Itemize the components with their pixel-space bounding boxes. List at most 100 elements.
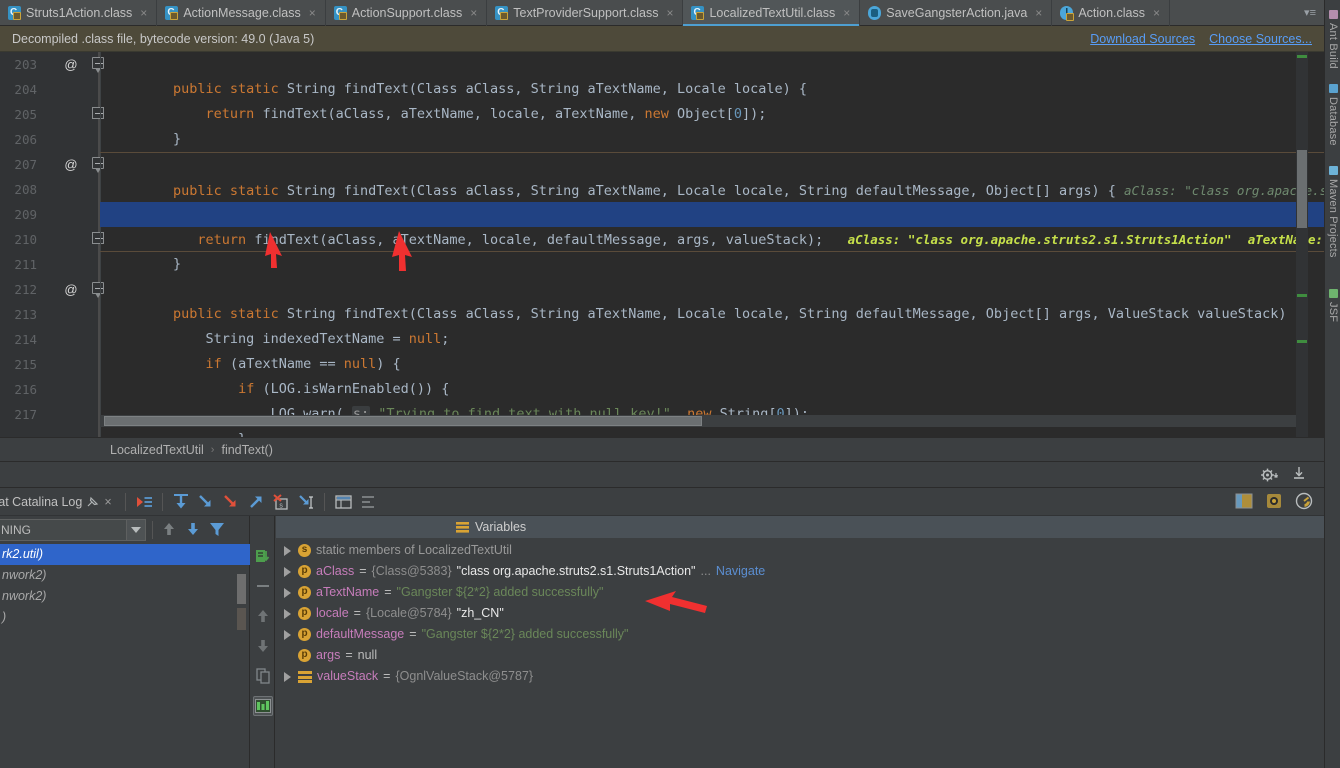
code-line-204[interactable]: return findText(aClass, aTextName, local… [100,77,1324,122]
sidebar-item-jsf[interactable]: JSF [1325,285,1340,322]
variables-tab[interactable]: Variables [276,516,1324,538]
editor-tab-action[interactable]: Action.class × [1052,0,1171,26]
dashboard-icon[interactable] [1294,491,1316,513]
code-content[interactable]: public static String findText(Class aCla… [100,52,1324,437]
move-up-icon[interactable] [253,606,273,626]
breadcrumb-separator-icon: › [210,443,215,456]
scrollbar-thumb[interactable] [104,416,702,426]
frame-list-item[interactable]: ) [0,607,250,628]
expand-triangle-icon[interactable] [284,545,291,556]
evaluate-expression-icon[interactable] [332,491,354,513]
choose-sources-link[interactable]: Choose Sources... [1209,32,1312,46]
close-icon[interactable]: × [470,6,477,20]
scrollbar-thumb[interactable] [237,574,246,604]
drop-frame-icon[interactable]: s [270,491,292,513]
layout-settings-icon[interactable] [1234,491,1256,513]
expand-triangle-icon[interactable] [284,671,291,682]
frames-list[interactable]: rk2.util) nwork2) nwork2) ) [0,544,250,768]
code-line-209[interactable]: return findText(aClass, aTextName, local… [100,202,1324,248]
editor-tab-struts1action[interactable]: Struts1Action.class × [0,0,158,26]
code-editor[interactable]: 203 204 205 206 207 208 209 210 211 212 … [0,52,1324,437]
code-line-211[interactable] [100,252,1324,277]
close-icon[interactable]: × [843,6,850,20]
copy-value-icon[interactable] [253,666,273,686]
breadcrumb-class[interactable]: LocalizedTextUtil [110,443,204,457]
move-down-icon[interactable] [253,636,273,656]
editor-horizontal-scrollbar[interactable] [100,415,1302,427]
code-line-213[interactable]: String indexedTextName = null; [100,302,1324,347]
chevron-down-icon[interactable] [126,520,145,540]
annotation-marker-icon[interactable]: @ [62,52,80,77]
editor-tab-textprovidersupport[interactable]: TextProviderSupport.class × [487,0,684,26]
annotation-marker-icon[interactable]: @ [62,152,80,177]
code-line-216[interactable]: LOG.warn( s: "Trying to find text with n… [100,377,1324,422]
download-sources-link[interactable]: Download Sources [1090,32,1195,46]
frame-list-item[interactable]: rk2.util) [0,544,250,565]
code-line-214[interactable]: if (aTextName == null) { [100,327,1324,372]
frames-scrollbar[interactable] [237,574,246,714]
variable-row-valuestack[interactable]: valueStack = {OgnlValueStack@5787} [276,666,1324,687]
settings-gear-icon[interactable] [1258,464,1280,486]
close-icon[interactable]: × [666,6,673,20]
variables-tree[interactable]: static members of LocalizedTextUtil aCla… [276,538,1324,768]
thread-selector[interactable]: NING [0,519,146,541]
close-icon[interactable]: × [140,6,147,20]
code-line-203[interactable]: public static String findText(Class aCla… [100,52,1324,97]
step-out-icon[interactable] [245,491,267,513]
breadcrumb-method[interactable]: findText() [221,443,272,457]
editor-gutter[interactable]: 203 204 205 206 207 208 209 210 211 212 … [0,52,104,437]
variable-row-aclass[interactable]: aClass = {Class@5383} "class org.apache.… [276,561,1324,582]
sidebar-item-database[interactable]: Database [1325,80,1340,146]
step-over-icon[interactable] [170,491,192,513]
code-line-205[interactable]: } [100,102,1324,147]
editor-tab-savegangsteraction[interactable]: SaveGangsterAction.java × [860,0,1053,26]
line-number: 217 [14,407,37,422]
expand-triangle-icon[interactable] [284,587,291,598]
frame-list-item[interactable]: nwork2) [0,565,250,586]
close-icon[interactable]: × [104,495,111,509]
editor-tab-localizedtextutil[interactable]: LocalizedTextUtil.class × [683,0,861,26]
code-line-210[interactable]: } [100,227,1324,272]
close-icon[interactable]: × [1035,6,1042,20]
mute-breakpoints-icon[interactable] [357,491,379,513]
code-line-208[interactable]: ValueStack valueStack = ActionContext.ge… [100,177,1324,223]
remove-watch-icon[interactable] [253,576,273,596]
move-frame-down-icon[interactable] [183,519,205,541]
expand-triangle-icon[interactable] [284,629,291,640]
tab-list-overflow-button[interactable]: ▾≡ [1296,0,1324,25]
filter-frames-icon[interactable] [207,519,229,541]
editor-tab-actionsupport[interactable]: ActionSupport.class × [326,0,488,26]
variable-row-static-members[interactable]: static members of LocalizedTextUtil [276,540,1324,561]
annotation-marker-icon[interactable]: @ [62,277,80,302]
variable-row-atextname[interactable]: aTextName = "Gangster ${2*2} added succe… [276,582,1324,603]
inspect-values-icon[interactable] [252,696,273,716]
move-frame-up-icon[interactable] [159,519,181,541]
navigate-link[interactable]: Navigate [716,561,765,582]
close-icon[interactable]: × [309,6,316,20]
code-line-206[interactable] [100,127,1324,152]
variable-row-defaultmessage[interactable]: defaultMessage = "Gangster ${2*2} added … [276,624,1324,645]
interface-file-icon [1060,6,1075,21]
equals-sign: = [383,669,391,683]
code-line-215[interactable]: if (LOG.isWarnEnabled()) { [100,352,1324,397]
new-watch-icon[interactable] [253,546,273,566]
sidebar-item-ant-build[interactable]: Ant Build [1325,6,1340,69]
restore-layout-icon[interactable] [1264,491,1286,513]
variable-row-args[interactable]: args = null [276,645,1324,666]
debug-session-tab[interactable]: cat Catalina Log × [0,495,118,509]
code-line-212[interactable]: public static String findText(Class aCla… [100,277,1324,322]
expand-triangle-icon[interactable] [284,608,291,619]
sidebar-item-maven-projects[interactable]: Maven Projects [1325,162,1340,258]
close-icon[interactable]: × [1153,6,1160,20]
variable-row-locale[interactable]: locale = {Locale@5784} "zh_CN" [276,603,1324,624]
expand-triangle-icon[interactable] [284,566,291,577]
debug-tool-window: cat Catalina Log × s NING rk2.util) nwor… [0,461,1324,768]
code-line-207[interactable]: public static String findText(Class aCla… [100,152,1324,199]
run-to-cursor-icon[interactable] [295,491,317,513]
frame-list-item[interactable]: nwork2) [0,586,250,607]
step-into-icon[interactable] [195,491,217,513]
force-step-into-icon[interactable] [220,491,242,513]
show-execution-point-icon[interactable] [133,491,155,513]
hide-window-icon[interactable] [1290,464,1312,486]
editor-tab-actionmessage[interactable]: ActionMessage.class × [157,0,326,26]
